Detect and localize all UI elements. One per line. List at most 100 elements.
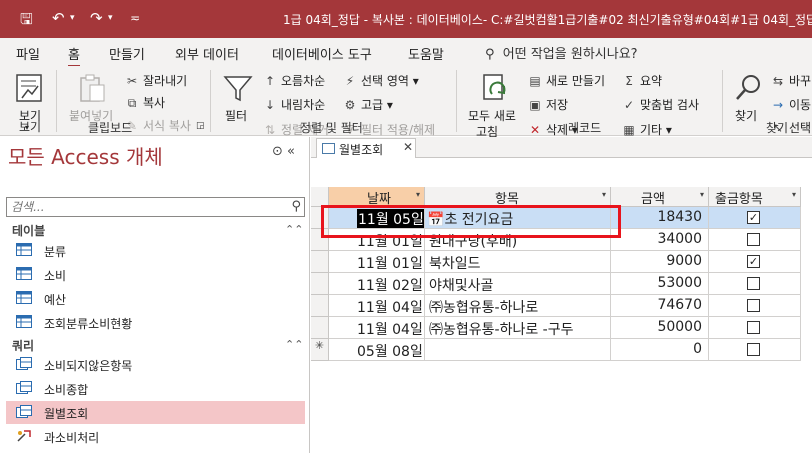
selection-button[interactable]: ⚡ 선택 영역 ▾ — [342, 72, 419, 89]
collapse-tables-icon[interactable]: ⌃⌃ — [285, 223, 303, 236]
withdrawal-checkbox[interactable] — [747, 343, 760, 356]
record-selector[interactable] — [311, 273, 329, 295]
amount-cell[interactable]: 74670 — [611, 295, 709, 317]
filter-button[interactable]: 필터 — [225, 107, 247, 124]
sort-ascending-button[interactable]: ↑ 오름차순 — [262, 72, 325, 89]
refresh-all-button[interactable]: 모두 새로 — [468, 107, 516, 124]
nav-item-소비종합[interactable]: 소비종합 — [6, 377, 305, 400]
find-button[interactable]: 찾기 — [735, 107, 757, 124]
save-icon[interactable]: 🖫 — [20, 9, 33, 34]
tab-external-data[interactable]: 외부 데이터 — [175, 44, 239, 63]
date-cell[interactable]: 11월 01일 — [329, 251, 425, 273]
find-icon[interactable] — [733, 72, 765, 104]
section-tables[interactable]: 테이블 — [12, 222, 45, 239]
totals-button[interactable]: Σ 요약 — [621, 72, 662, 89]
date-cell[interactable]: 11월 02일 — [329, 273, 425, 295]
date-cell[interactable]: 11월 04일 — [329, 317, 425, 339]
date-cell[interactable]: 05월 08일 — [329, 339, 425, 361]
record-selector[interactable] — [311, 251, 329, 273]
amount-cell[interactable]: 53000 — [611, 273, 709, 295]
withdrawal-cell[interactable] — [709, 229, 801, 251]
nav-item-월별조회[interactable]: 월별조회 — [6, 401, 305, 424]
dropdown-icon[interactable]: ▾ — [700, 190, 704, 199]
redo-icon[interactable]: ↷ — [90, 9, 103, 27]
item-cell[interactable] — [425, 339, 611, 361]
tell-me-box[interactable]: ⚲ 어떤 작업을 원하시나요? — [485, 43, 638, 62]
redo-dropdown-icon[interactable]: ▾ — [108, 13, 113, 23]
nav-item-예산[interactable]: 예산 — [6, 287, 305, 310]
more-button[interactable]: ▦ 기타 ▾ — [621, 121, 672, 138]
item-cell[interactable]: ㈜농협유통-하나로 -구두 — [425, 317, 611, 339]
tab-home[interactable]: 홈 — [68, 44, 80, 67]
nav-menu-icon[interactable]: ⊙ — [272, 144, 283, 159]
nav-search-input[interactable] — [7, 198, 277, 216]
withdrawal-checkbox[interactable] — [747, 321, 760, 334]
column-header-item[interactable]: 항목 ▾ — [425, 187, 611, 207]
filter-icon[interactable] — [222, 72, 254, 104]
undo-dropdown-icon[interactable]: ▾ — [70, 13, 75, 23]
customize-qat-icon[interactable]: ≂ — [130, 11, 140, 25]
clipboard-launcher-icon[interactable]: ◲ — [196, 121, 205, 131]
withdrawal-cell[interactable] — [709, 295, 801, 317]
amount-cell[interactable]: 9000 — [611, 251, 709, 273]
nav-pane-title[interactable]: 모든 Access 개체 — [8, 141, 163, 170]
sort-descending-button[interactable]: ↓ 내림차순 — [262, 96, 325, 113]
nav-item-소비[interactable]: 소비 — [6, 263, 305, 286]
withdrawal-checkbox[interactable]: ✓ — [747, 211, 760, 224]
copy-button[interactable]: ⧉ 복사 — [124, 94, 165, 111]
withdrawal-checkbox[interactable] — [747, 233, 760, 246]
column-header-withdrawal[interactable]: 출금항목 ▾ — [709, 187, 801, 207]
date-cell[interactable]: 11월 04일 — [329, 295, 425, 317]
nav-item-소비되지않은항목[interactable]: 소비되지않은항목 — [6, 353, 305, 376]
view-icon[interactable] — [14, 72, 46, 104]
dropdown-icon[interactable]: ▾ — [416, 190, 420, 199]
save-record-button[interactable]: ▣ 저장 — [527, 96, 568, 113]
amount-cell[interactable]: 50000 — [611, 317, 709, 339]
withdrawal-cell[interactable] — [709, 339, 801, 361]
format-painter-button[interactable]: ✎ 서식 복사 — [124, 117, 191, 134]
record-selector[interactable] — [311, 295, 329, 317]
withdrawal-cell[interactable]: ✓ — [709, 251, 801, 273]
collapse-nav-icon[interactable]: « — [287, 144, 295, 159]
amount-cell[interactable]: 18430 — [611, 207, 709, 229]
column-header-amount[interactable]: 금액 ▾ — [611, 187, 709, 207]
tab-create[interactable]: 만들기 — [109, 44, 145, 63]
record-selector[interactable] — [311, 317, 329, 339]
sigma-icon: Σ — [625, 74, 633, 88]
undo-icon[interactable]: ↶ — [52, 9, 65, 27]
refresh-all-icon[interactable] — [478, 72, 510, 104]
tab-file[interactable]: 파일 — [16, 44, 40, 63]
amount-cell[interactable]: 34000 — [611, 229, 709, 251]
section-queries[interactable]: 쿼리 — [12, 337, 34, 354]
replace-button[interactable]: ⇆ 바꾸 — [770, 72, 811, 89]
withdrawal-cell[interactable] — [709, 317, 801, 339]
item-cell[interactable]: ㈜농협유통-하나로 — [425, 295, 611, 317]
spelling-button[interactable]: ✓ 맞춤법 검사 — [621, 96, 699, 113]
collapse-queries-icon[interactable]: ⌃⌃ — [285, 338, 303, 351]
item-cell[interactable]: 북차일드 — [425, 251, 611, 273]
withdrawal-checkbox[interactable] — [747, 299, 760, 312]
tab-help[interactable]: 도움말 — [408, 44, 444, 63]
search-icon[interactable]: ⚲ — [291, 199, 301, 214]
cut-button[interactable]: ✂ 잘라내기 — [124, 72, 187, 89]
nav-item-과소비처리[interactable]: 과소비처리 — [6, 425, 305, 448]
column-header-date[interactable]: 날짜 ▾ — [329, 187, 425, 207]
advanced-filter-button[interactable]: ⚙ 고급 ▾ — [342, 96, 393, 113]
new-record-selector[interactable]: ✳ — [311, 339, 329, 361]
item-cell[interactable]: 야채및사골 — [425, 273, 611, 295]
withdrawal-cell[interactable] — [709, 273, 801, 295]
goto-button[interactable]: → 이동 — [770, 96, 811, 113]
select-all-corner[interactable] — [311, 187, 329, 207]
amount-cell[interactable]: 0 — [611, 339, 709, 361]
tab-database-tools[interactable]: 데이터베이스 도구 — [272, 44, 372, 63]
new-record-button[interactable]: ▤ 새로 만들기 — [527, 72, 605, 89]
nav-item-조회분류소비현황[interactable]: 조회분류소비현황 — [6, 311, 305, 334]
close-icon[interactable]: ✕ — [403, 140, 413, 154]
withdrawal-checkbox[interactable] — [747, 277, 760, 290]
dropdown-icon[interactable]: ▾ — [792, 190, 796, 199]
dropdown-icon[interactable]: ▾ — [602, 190, 606, 199]
withdrawal-cell[interactable]: ✓ — [709, 207, 801, 229]
nav-item-분류[interactable]: 분류 — [6, 239, 305, 262]
tab-월별조회[interactable]: 월별조회 ✕ — [316, 138, 416, 158]
withdrawal-checkbox[interactable]: ✓ — [747, 255, 760, 268]
